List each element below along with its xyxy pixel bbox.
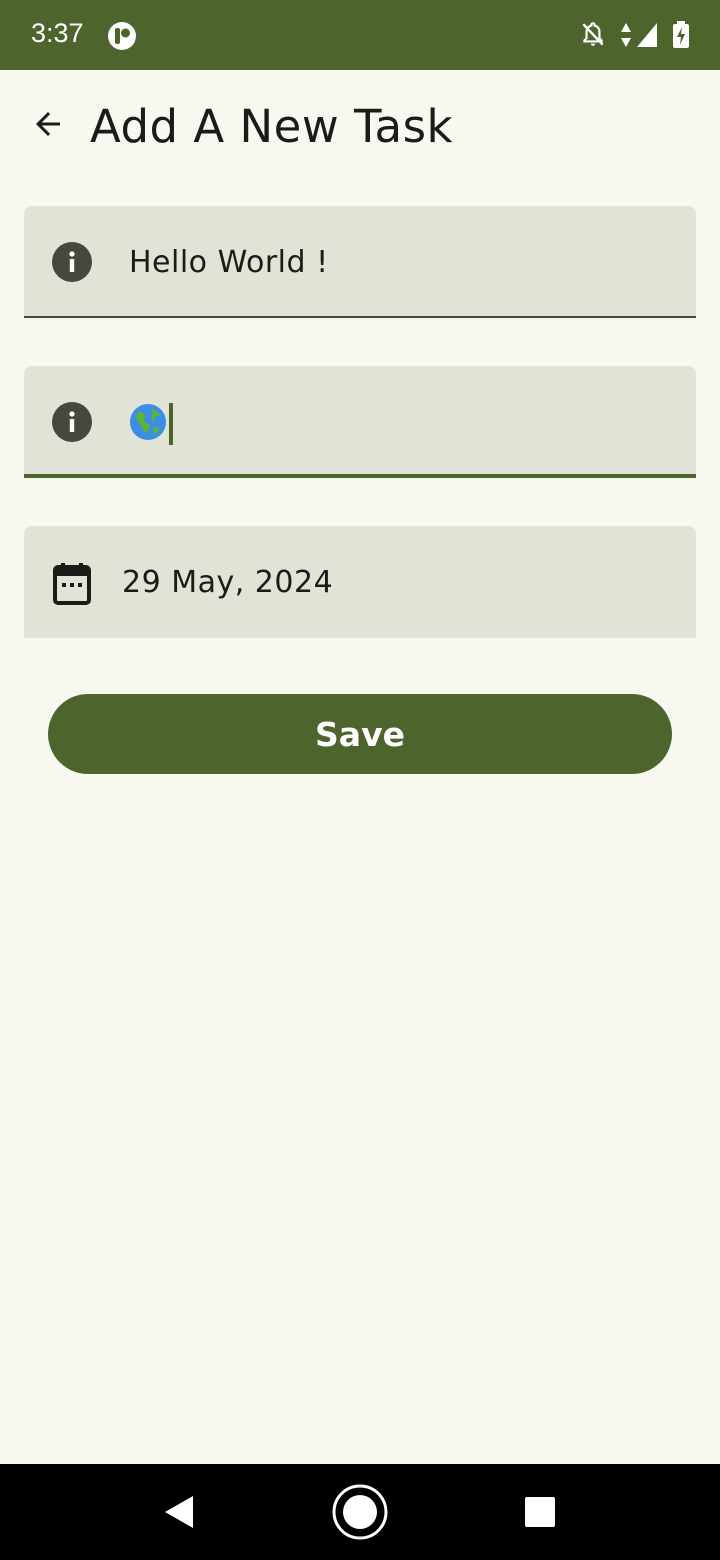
text-caret xyxy=(169,403,173,445)
field-underline-focused xyxy=(24,474,696,478)
nav-home-icon[interactable] xyxy=(331,1483,389,1541)
calendar-icon xyxy=(52,562,92,605)
system-nav-bar xyxy=(0,1464,720,1560)
signal-icon xyxy=(636,22,658,48)
battery-charging-icon xyxy=(672,21,690,49)
info-icon xyxy=(52,402,92,442)
task-date-value: 29 May, 2024 xyxy=(122,565,334,600)
page-title: Add A New Task xyxy=(90,100,454,153)
field-underline xyxy=(24,316,696,318)
notifications-off-icon xyxy=(580,21,606,49)
app-bar: Add A New Task xyxy=(0,70,720,186)
nav-recents-icon[interactable] xyxy=(524,1496,556,1528)
globe-emoji xyxy=(129,403,167,445)
status-icons xyxy=(580,20,690,50)
arrow-back-icon xyxy=(30,106,66,146)
status-bar: 3:37 xyxy=(0,0,720,70)
task-title-field[interactable]: Hello World ! xyxy=(24,206,696,318)
task-date-field[interactable]: 29 May, 2024 xyxy=(24,526,696,638)
data-arrows-icon xyxy=(620,22,632,48)
task-title-value: Hello World ! xyxy=(129,245,329,280)
task-description-field[interactable] xyxy=(24,366,696,478)
app-notification-icon xyxy=(107,21,137,51)
save-button[interactable]: Save xyxy=(48,694,672,774)
nav-back-icon[interactable] xyxy=(160,1492,200,1532)
status-time: 3:37 xyxy=(31,18,84,48)
description-input-area xyxy=(129,402,173,446)
back-button[interactable] xyxy=(22,100,74,152)
info-icon xyxy=(52,242,92,282)
